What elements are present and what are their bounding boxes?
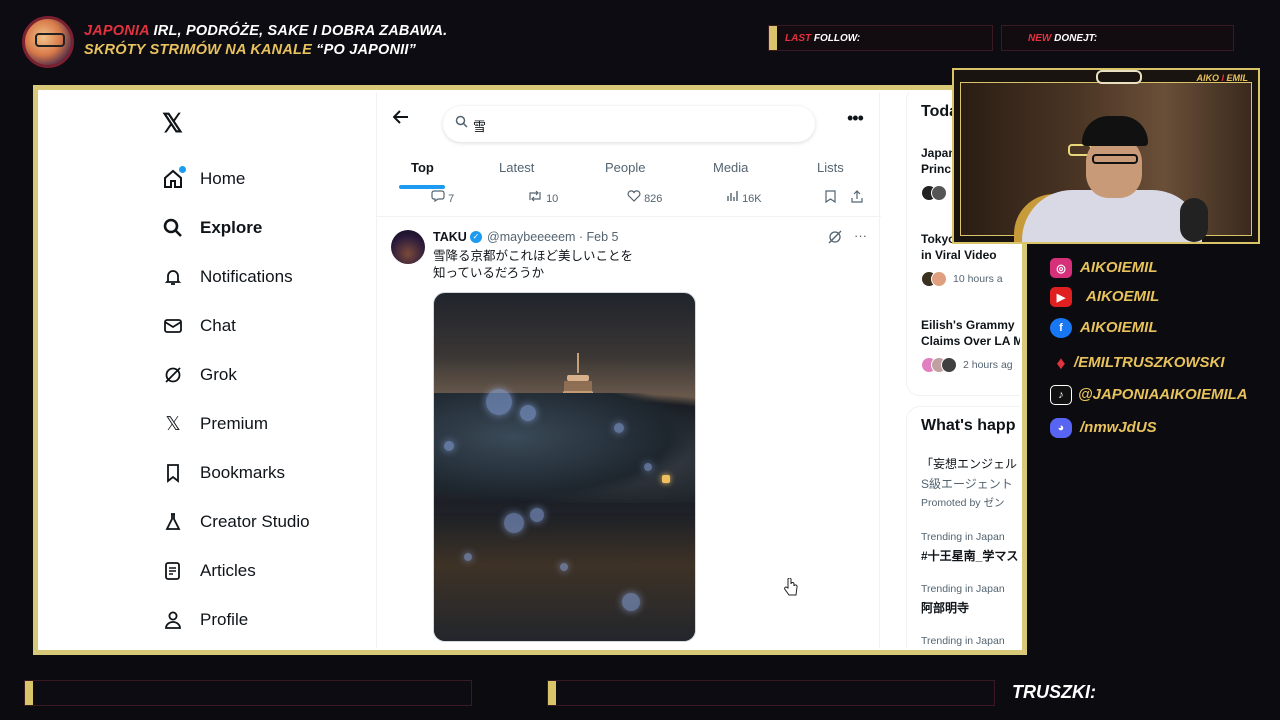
views-icon xyxy=(727,191,738,201)
tweet-divider xyxy=(377,216,881,217)
grok-icon xyxy=(162,364,184,386)
webcam-overlay: AIKO I EMIL xyxy=(952,68,1260,244)
tab-lists[interactable]: Lists xyxy=(817,160,844,175)
tweet-options[interactable]: ··· xyxy=(828,228,867,244)
grok-icon xyxy=(828,230,842,244)
truszki-label: TRUSZKI: xyxy=(1012,682,1096,702)
home-icon xyxy=(162,166,186,190)
pond-reflection xyxy=(434,513,695,641)
tweet-author-handle[interactable]: @maybeeeeem · Feb 5 xyxy=(487,230,619,244)
tweet-author-avatar[interactable] xyxy=(391,230,425,264)
streamer xyxy=(994,98,1208,242)
article-icon xyxy=(162,560,184,582)
verified-badge-icon: ✓ xyxy=(470,231,482,243)
x-logo-icon: 𝕏 xyxy=(165,413,181,435)
whats-happening-title: What's happ xyxy=(921,417,1016,434)
nav-explore[interactable]: Explore xyxy=(162,211,262,245)
heart-icon xyxy=(627,190,641,202)
instagram-icon: ◎ xyxy=(1050,258,1072,278)
x-app: 𝕏 Home Explore Notifications Chat Grok 𝕏… xyxy=(38,90,1022,650)
bottom-ticker-left xyxy=(24,680,472,706)
repost-icon xyxy=(529,190,541,202)
tweet-image[interactable] xyxy=(433,292,696,642)
x-logo-icon[interactable]: 𝕏 xyxy=(162,108,183,139)
tweet-author-name[interactable]: TAKU xyxy=(433,230,467,244)
news-avatars xyxy=(921,357,961,375)
tab-latest[interactable]: Latest xyxy=(499,160,534,175)
nav-premium[interactable]: 𝕏 Premium xyxy=(162,407,268,441)
nav-home[interactable]: Home xyxy=(162,162,245,196)
bell-icon xyxy=(162,266,184,288)
new-donate-ticker: NEW DONEJT: xyxy=(1001,25,1234,51)
repost-button[interactable]: 10 xyxy=(527,190,558,205)
nav-grok[interactable]: Grok xyxy=(162,358,237,392)
snowy-trees xyxy=(434,393,695,503)
search-icon xyxy=(455,115,468,131)
person-icon xyxy=(162,609,184,631)
tweet[interactable]: TAKU ✓ @maybeeeeem · Feb 5 ··· 雪降る京都がこれほ… xyxy=(377,218,881,648)
tab-media[interactable]: Media xyxy=(713,160,748,175)
notification-dot xyxy=(179,166,186,173)
x-main-column: 雪 ••• Top Latest People Media Lists 7 10 xyxy=(376,92,881,648)
screen-capture-frame: 𝕏 Home Explore Notifications Chat Grok 𝕏… xyxy=(33,85,1027,655)
nav-profile[interactable]: Profile xyxy=(162,603,248,637)
like-button[interactable]: 826 xyxy=(627,190,662,205)
nav-chat[interactable]: Chat xyxy=(162,309,236,343)
search-value: 雪 xyxy=(473,119,487,134)
previous-tweet-actions: 7 10 826 16K xyxy=(377,188,881,208)
bookmark-icon xyxy=(825,190,836,204)
channel-avatar xyxy=(22,16,74,68)
bookmark-button[interactable] xyxy=(825,190,836,206)
promoted-label: Promoted by ゼン xyxy=(921,497,1005,509)
last-follow-ticker: LAST FOLLOW: xyxy=(768,25,993,51)
glasses-logo-icon xyxy=(1096,70,1142,84)
discord-icon: ◕ xyxy=(1050,418,1072,438)
back-arrow-icon[interactable] xyxy=(392,110,409,129)
webcam-title: AIKO I EMIL xyxy=(1196,73,1248,83)
stream-subheadline: SKRÓTY STRIMÓW NA KANALE “PO JAPONII” xyxy=(84,42,417,58)
tab-people[interactable]: People xyxy=(605,160,645,175)
search-icon xyxy=(162,217,184,239)
microphone-icon xyxy=(1180,198,1208,242)
nav-bookmarks[interactable]: Bookmarks xyxy=(162,456,285,490)
flask-icon xyxy=(162,511,184,533)
share-icon xyxy=(851,190,863,203)
nav-creator-studio[interactable]: Creator Studio xyxy=(162,505,310,539)
reply-icon xyxy=(431,190,445,203)
more-options-icon: ··· xyxy=(854,228,867,243)
mail-icon xyxy=(162,315,184,337)
more-options-icon[interactable]: ••• xyxy=(847,108,864,129)
nav-articles[interactable]: Articles xyxy=(162,554,256,588)
facebook-icon: f xyxy=(1050,318,1072,338)
views-button[interactable]: 16K xyxy=(727,190,762,205)
tiktok-icon: ♪ xyxy=(1050,385,1072,405)
nav-notifications[interactable]: Notifications xyxy=(162,260,293,294)
reply-button[interactable]: 7 xyxy=(431,190,454,205)
tab-top[interactable]: Top xyxy=(411,160,434,175)
whats-happening-panel: What's happ 「妄想エンジェル S級エージェント Promoted b… xyxy=(906,406,1020,648)
bottom-ticker-right xyxy=(547,680,995,706)
search-tabs: Top Latest People Media Lists xyxy=(377,150,881,189)
tweet-text: 雪降る京都がこれほど美しいことを 知っているだろうか xyxy=(433,249,634,280)
bookmark-icon xyxy=(162,462,184,484)
youtube-icon: ▶ xyxy=(1050,287,1072,307)
patronite-icon: ♦ xyxy=(1056,352,1066,373)
x-sidebar: 𝕏 Home Explore Notifications Chat Grok 𝕏… xyxy=(40,92,376,648)
stream-headline: JAPONIA IRL, PODRÓŻE, SAKE I DOBRA ZABAW… xyxy=(84,23,448,39)
mouse-cursor-icon xyxy=(784,577,798,601)
search-input[interactable]: 雪 xyxy=(443,106,815,142)
share-button[interactable] xyxy=(851,190,863,206)
